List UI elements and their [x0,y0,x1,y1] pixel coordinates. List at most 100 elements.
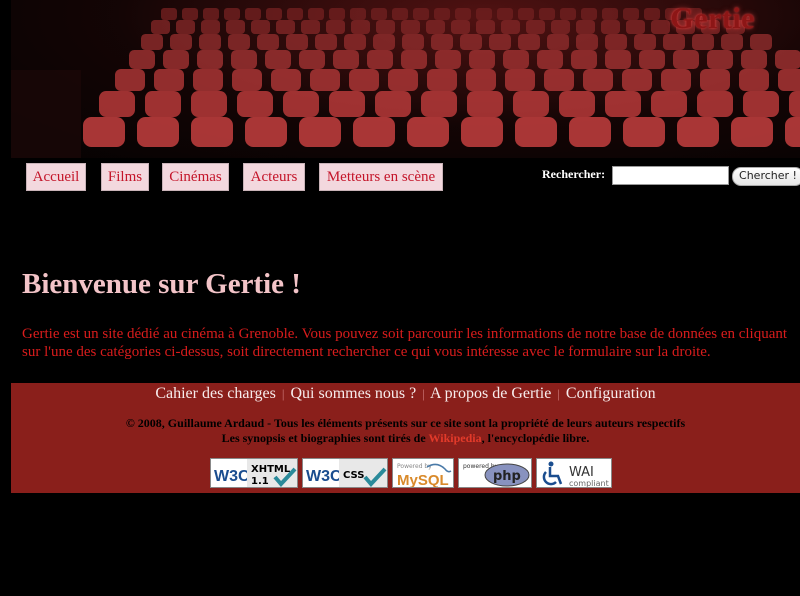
footer-separator: | [281,386,285,401]
seat [576,34,598,50]
seat [129,50,155,69]
seat [373,34,395,50]
footer-link-cahier[interactable]: Cahier des charges [155,385,276,402]
nav-item-metteurs[interactable]: Metteurs en scène [319,163,443,191]
seat [283,91,319,117]
seat [353,117,395,147]
wai-name: WAI [569,465,594,480]
seat [526,20,545,34]
page-title: Bienvenue sur Gertie ! [22,268,301,300]
footer-separator: | [557,386,560,401]
seat [451,20,470,34]
seat [601,20,620,34]
seat [605,91,641,117]
seat [505,69,535,91]
seat [602,8,618,20]
xhtml-badge[interactable]: W3C XHTML 1.1 [210,458,298,488]
seat [161,8,177,20]
seat [154,69,184,91]
seat [197,50,223,69]
seat [634,34,656,50]
nav-item-accueil[interactable]: Accueil [26,163,86,191]
seat [231,50,257,69]
synopsis-prefix: Les synopsis et biographies sont tirés d… [221,431,429,445]
seat [401,50,427,69]
seat [376,20,395,34]
seat [176,20,195,34]
seat [569,117,611,147]
seat [203,8,219,20]
seat [785,117,800,147]
wikipedia-link[interactable]: Wikipedia [428,431,481,445]
seat [476,20,495,34]
seat [310,69,340,91]
seat [583,69,613,91]
search-label: Rechercher: [542,167,606,181]
seat [501,20,520,34]
seat [426,20,445,34]
seat [350,8,366,20]
seat [245,8,261,20]
mysql-badge[interactable]: Powered by MySQL [392,458,454,488]
seat [115,69,145,91]
footer-link-apropos[interactable]: A propos de Gertie [430,385,551,402]
seat [182,8,198,20]
footer-link-qui[interactable]: Qui sommes nous ? [290,385,416,402]
seat [605,34,627,50]
seat [697,91,733,117]
seat [201,20,220,34]
seat [605,50,631,69]
seat [455,8,471,20]
seat [559,91,595,117]
seat [661,69,691,91]
css-badge[interactable]: W3C CSS [302,458,388,488]
seat [226,20,245,34]
seat [407,117,449,147]
seat [778,69,800,91]
seat [731,117,773,147]
seat [308,8,324,20]
footer-link-config[interactable]: Configuration [566,385,656,402]
nav-item-cinemas[interactable]: Cinémas [162,163,229,191]
seat [623,8,639,20]
wai-badge[interactable]: WAI compliant [536,458,612,488]
w3c-css-icon: W3C CSS [306,459,387,487]
seat [469,50,495,69]
seat [750,34,772,50]
xhtml-brand: W3C [214,468,250,485]
site-logo[interactable]: Gertie [670,2,755,36]
seat [551,20,570,34]
seat [224,8,240,20]
legal-text: © 2008, Guillaume Ardaud - Tous les élém… [11,416,800,446]
seat [287,8,303,20]
synopsis-suffix: , l'encyclopédie libre. [481,431,590,445]
seat [427,69,457,91]
search-button[interactable]: Chercher ! [732,167,800,186]
seat [326,20,345,34]
nav-item-films[interactable]: Films [101,163,149,191]
seat [467,91,503,117]
header-banner: Gertie [11,0,800,158]
seat [739,69,769,91]
seat [191,91,227,117]
nav-item-acteurs[interactable]: Acteurs [243,163,305,191]
seat [245,117,287,147]
search-input[interactable] [612,166,729,185]
seat [775,50,800,69]
seat [151,20,170,34]
seat [576,20,595,34]
seat [513,91,549,117]
seat [170,34,192,50]
seat [544,69,574,91]
seat [581,8,597,20]
seat [99,91,135,117]
seat [692,34,714,50]
php-icon: powered by php [463,463,530,487]
seat [344,34,366,50]
seat [402,34,424,50]
seat [371,8,387,20]
php-badge[interactable]: powered by php [458,458,532,488]
seat [329,91,365,117]
seat [193,69,223,91]
seat [83,117,125,147]
